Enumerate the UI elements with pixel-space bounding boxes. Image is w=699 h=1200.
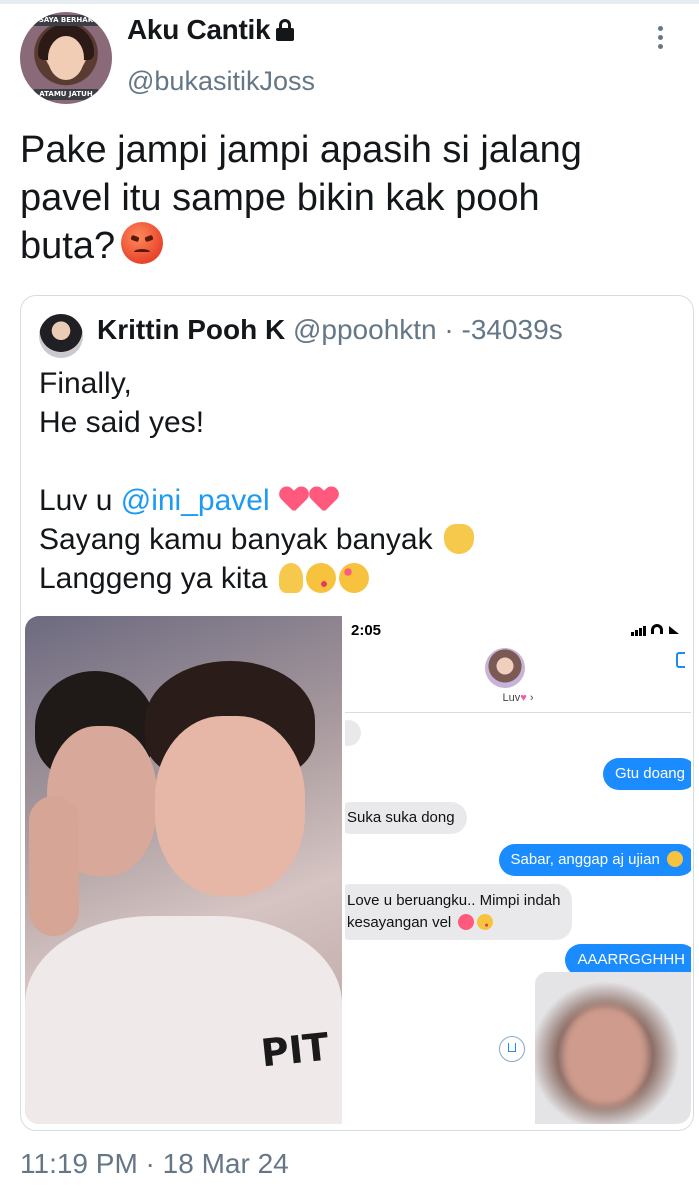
message-bubble-out: Sabar, anggap aj ujian [498, 844, 691, 876]
contact-name: Luv♥ › [502, 692, 534, 704]
quoted-line-text: Sayang kamu banyak banyak [39, 523, 433, 556]
message-text: kesayangan vel [347, 914, 452, 931]
heart-hands-icon [443, 524, 474, 554]
couple-photo[interactable]: PIT [25, 616, 342, 1124]
quoted-blank-line [39, 442, 474, 481]
top-divider [0, 0, 699, 4]
message-text-line: kesayangan vel [347, 912, 560, 934]
download-icon[interactable] [499, 1036, 525, 1062]
tweet-line: pavel itu sampe bikin kak pooh [20, 177, 540, 219]
quoted-line: He said yes! [39, 406, 205, 439]
author-name-row[interactable]: Aku Cantik [127, 14, 295, 46]
quoted-author-handle-time: @ppoohktn · -34039s [292, 314, 563, 345]
tweet-line: Pake jampi jampi apasih si jalang [20, 129, 582, 171]
message-bubble-out: Gtu doang [602, 758, 691, 790]
wifi-icon [651, 624, 663, 634]
sent-photo [535, 972, 691, 1124]
message-bubble-in: Love u beruangku.. Mimpi indah kesayanga… [345, 884, 573, 940]
angry-face-icon [121, 222, 164, 264]
message-text: Sabar, anggap aj ujian [510, 851, 660, 868]
chat-screenshot[interactable]: 2:05 Luv♥ › Gtu doang Suka suka dong Sab… [345, 616, 691, 1124]
pink-heart-icon: ♥ [520, 692, 527, 704]
status-bar-icons [631, 624, 681, 636]
author-name[interactable]: Aku Cantik [127, 14, 271, 46]
contact-name-text: Luv [502, 692, 521, 704]
tweet-timestamp[interactable]: 11:19 PM · 18 Mar 24 [20, 1148, 289, 1180]
red-heart-icon [280, 487, 308, 513]
quoted-line: Langgeng ya kita [39, 559, 474, 598]
message-bubble-in: Suka suka dong [345, 802, 467, 834]
shirt-print: PIT [258, 1024, 332, 1076]
lock-icon [276, 19, 295, 41]
chat-divider [345, 712, 691, 713]
red-heart-icon [310, 487, 338, 513]
quoted-tweet-header: Krittin Pooh K @ppoohktn · -34039s [97, 314, 563, 346]
status-bar-time: 2:05 [351, 622, 382, 639]
quoted-author-name[interactable]: Krittin Pooh K [97, 314, 285, 345]
contact-avatar [485, 648, 525, 688]
heart-kiss-icon [458, 914, 475, 930]
tweet-text: Pake jampi jampi apasih si jalang pavel … [20, 126, 680, 270]
face-blowing-kiss-icon [305, 563, 336, 593]
avatar-face [48, 36, 84, 80]
smiling-face-with-hearts-icon [338, 563, 369, 593]
quoted-line-text: Langgeng ya kita [39, 562, 268, 595]
crossed-fingers-icon [278, 563, 303, 593]
location-icon [669, 626, 679, 634]
face-blowing-kiss-icon [477, 914, 494, 930]
quoted-author-avatar[interactable] [39, 314, 83, 358]
quoted-line: Sayang kamu banyak banyak [39, 520, 474, 559]
quoted-line: Finally, [39, 367, 132, 400]
message-bubble-partial [345, 720, 361, 746]
mention-link[interactable]: @ini_pavel [121, 484, 270, 517]
tweet-line-last: buta? [20, 222, 680, 270]
author-handle[interactable]: @bukasitikJoss [127, 66, 315, 97]
quoted-line-mention: Luv u @ini_pavel [39, 481, 474, 520]
relieved-face-icon [667, 851, 683, 867]
tweet-line-text: buta? [20, 225, 116, 267]
avatar-caption-bottom: ATAMU JATUH [34, 89, 98, 100]
quoted-tweet-card[interactable]: Krittin Pooh K @ppoohktn · -34039s Final… [20, 295, 694, 1131]
more-options-icon[interactable] [654, 26, 666, 54]
quoted-line-prefix: Luv u [39, 484, 121, 517]
quoted-tweet-text: Finally, He said yes! Luv u @ini_pavel S… [39, 364, 474, 598]
author-avatar[interactable]: SAYA BERHAK ATAMU JATUH [20, 12, 112, 104]
message-text: Love u beruangku.. Mimpi indah [347, 892, 561, 909]
video-call-icon [676, 652, 685, 668]
avatar-caption-top: SAYA BERHAK [34, 15, 98, 26]
